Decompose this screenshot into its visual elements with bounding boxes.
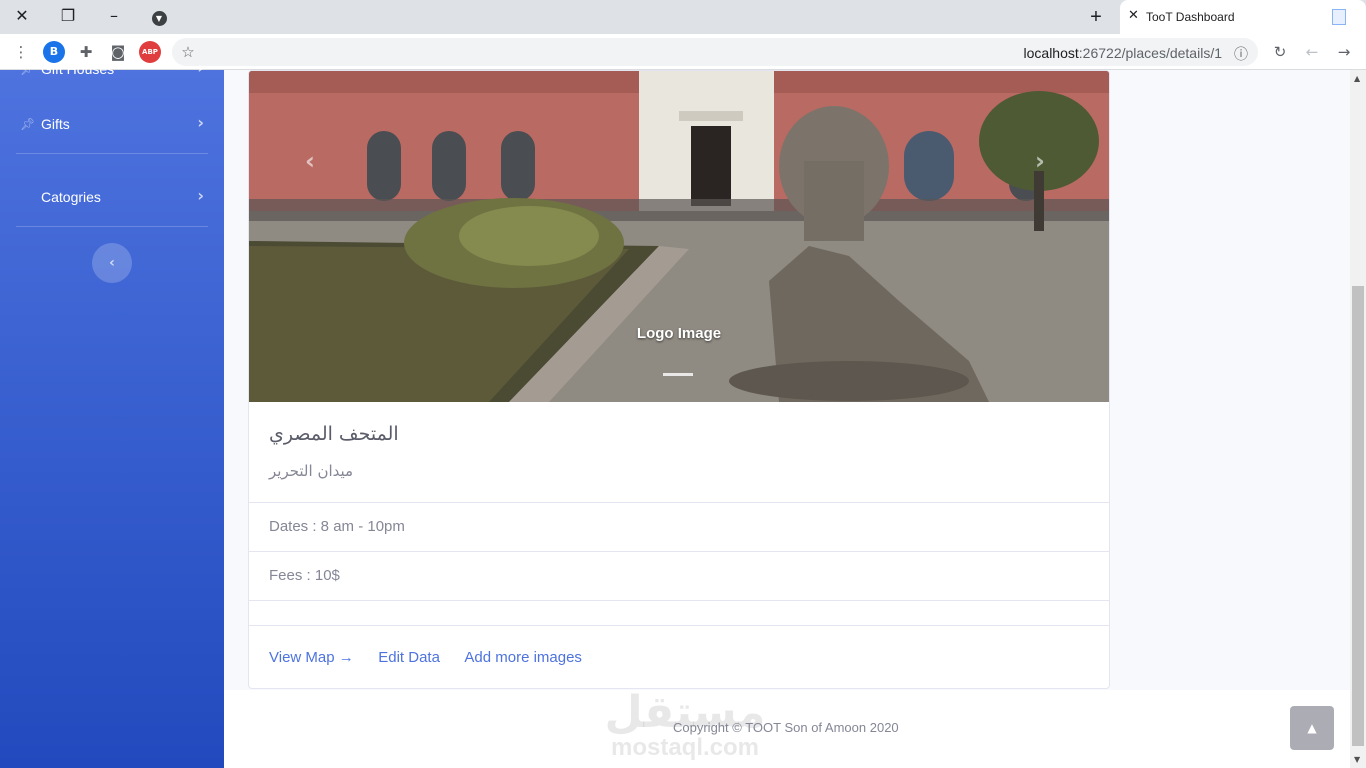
site-info-icon[interactable]: ⓘ (1234, 44, 1248, 64)
scroll-down-icon[interactable]: ▼ (1354, 755, 1360, 764)
place-name: المتحف المصري (269, 423, 399, 445)
browser-tab[interactable]: ✕ TooT Dashboard (1120, 0, 1366, 34)
pin-icon: 📌︎ (20, 117, 36, 131)
browser-tab-bar: ✕ ❐ – ▼ + ✕ TooT Dashboard (0, 0, 1366, 34)
pin-icon: 📌︎ (20, 62, 36, 76)
main-content: ‹ › Logo Image المتحف المصري ميدان التحر… (224, 70, 1350, 690)
scroll-up-icon[interactable]: ▲ (1354, 74, 1360, 83)
reload-icon[interactable]: ↻ (1269, 41, 1291, 63)
restore-window-icon[interactable]: ❐ (55, 5, 81, 27)
card-divider (249, 502, 1109, 503)
sidebar-item-categories[interactable]: Catogries › (16, 168, 208, 228)
card-divider (249, 600, 1109, 601)
sidebar-item-label: Gift Houses (41, 61, 115, 77)
page-scrollbar[interactable]: ▲ ▼ (1350, 70, 1366, 768)
chevron-right-icon: › (197, 186, 204, 205)
tab-title: TooT Dashboard (1146, 10, 1235, 24)
sidebar-item-label: Gifts (41, 116, 70, 132)
scroll-to-top-button[interactable]: ▲ (1290, 706, 1334, 750)
sidebar-item-gifts[interactable]: 📌︎ Gifts › (16, 95, 208, 155)
place-fees: Fees : 10$ (269, 567, 340, 584)
scrollbar-thumb[interactable] (1352, 286, 1364, 746)
address-bar[interactable]: ☆ localhost:26722/places/details/1 ⓘ (172, 38, 1258, 66)
close-window-icon[interactable]: ✕ (9, 5, 35, 27)
place-details-card: ‹ › Logo Image المتحف المصري ميدان التحر… (248, 70, 1110, 689)
carousel-image (249, 71, 1109, 402)
tab-search-icon[interactable]: ▼ (146, 5, 172, 27)
card-divider (249, 625, 1109, 626)
page-favicon-icon (1332, 9, 1346, 25)
minimize-window-icon[interactable]: – (101, 5, 127, 27)
sidebar: 📌︎ Gift Houses › 📌︎ Gifts › Catogries › … (0, 58, 224, 768)
tab-close-icon[interactable]: ✕ (1128, 8, 1139, 23)
card-actions: View Map → Edit Data Add more images (269, 649, 602, 667)
sidebar-divider (16, 153, 208, 154)
copyright-text: Copyright © TOOT Son of Amoon 2020 (673, 720, 899, 735)
forward-icon[interactable]: → (1333, 41, 1355, 63)
carousel-caption: Logo Image (636, 325, 722, 342)
new-tab-icon[interactable]: + (1084, 5, 1108, 29)
sidebar-item-gift-houses[interactable]: 📌︎ Gift Houses › (16, 40, 208, 100)
image-carousel: ‹ › Logo Image (249, 71, 1109, 402)
carousel-indicator[interactable] (663, 373, 693, 376)
url-text[interactable]: localhost:26722/places/details/1 (1024, 45, 1222, 61)
carousel-next-icon[interactable]: › (1035, 147, 1045, 175)
sidebar-divider (16, 226, 208, 227)
carousel-prev-icon[interactable]: ‹ (305, 147, 315, 175)
place-address: ميدان التحرير (269, 462, 354, 480)
place-dates: Dates : 8 am - 10pm (269, 518, 405, 535)
back-icon[interactable]: ← (1301, 41, 1323, 63)
view-map-link[interactable]: View Map → (269, 649, 354, 666)
sidebar-item-label: Catogries (41, 189, 101, 205)
footer: مستقل mostaql.com Copyright © TOOT Son o… (224, 690, 1350, 768)
sidebar-toggle-button[interactable]: ‹ (92, 243, 132, 283)
edit-data-link[interactable]: Edit Data (378, 649, 440, 666)
chevron-right-icon: › (197, 58, 204, 77)
chevron-right-icon: › (197, 113, 204, 132)
card-divider (249, 551, 1109, 552)
add-images-link[interactable]: Add more images (464, 649, 582, 666)
